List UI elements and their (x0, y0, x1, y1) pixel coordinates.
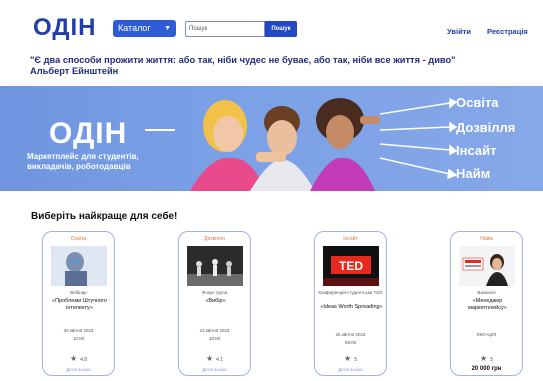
hero-item-hiring[interactable]: Найм (456, 166, 490, 181)
section-title: Виберіть найкраще для себе! (31, 211, 178, 222)
svg-text:TED: TED (339, 259, 363, 273)
hero-item-leisure[interactable]: Дозвілля (456, 120, 515, 135)
card-title: «Ideas Worth Spreading» (320, 304, 383, 310)
card-category: Дозвілля (204, 236, 225, 242)
event-card[interactable]: Інсайт TED Конференція-студентська TED «… (314, 231, 387, 376)
card-time: 18:00 (208, 336, 221, 341)
event-card[interactable]: Освіта Вебінар «Проблеми Штучного інтеле… (42, 231, 115, 376)
card-type: Вакансія (477, 290, 496, 295)
chevron-down-icon: ▼ (164, 25, 171, 32)
hero-title: ОДІН (49, 117, 128, 150)
card-category: Найм (480, 236, 493, 242)
logo[interactable]: ОДІН (33, 14, 96, 42)
search-input[interactable]: Пошук (185, 21, 265, 37)
search-button[interactable]: Пошук (265, 21, 297, 37)
star-icon: ★ (69, 354, 78, 363)
catalog-dropdown[interactable]: Каталог ▼ (113, 20, 176, 37)
card-image-robot (51, 246, 107, 286)
login-link[interactable]: Увійти (447, 27, 471, 36)
rating-value: 5 (490, 357, 493, 363)
details-link[interactable]: Детальніше (179, 367, 250, 372)
card-title: «Менеджер маркетплейсу» (468, 298, 507, 311)
card-title: «Проблеми Штучного інтелекту» (52, 298, 107, 311)
card-rating: ★ 4.1 (179, 354, 250, 363)
star-icon: ★ (480, 354, 488, 363)
card-type: Фокус-група (201, 290, 228, 295)
register-link[interactable]: Реєстрація (487, 27, 528, 36)
card-type: Конференція-студентська TED (318, 290, 383, 295)
header: ОДІН Каталог ▼ Пошук Пошук Увійти Реєстр… (0, 0, 543, 50)
hero-people-image (190, 98, 380, 191)
catalog-label: Каталог (118, 23, 151, 33)
hero-subtitle: Маркетплейс для студентів, викладачів, р… (27, 152, 139, 171)
arrow-icon (145, 129, 175, 131)
card-date: 30 квітня 2022 (63, 328, 94, 333)
rating-value: 4.1 (216, 357, 224, 363)
rating-value: 5 (354, 357, 357, 363)
details-link[interactable]: Детальніше (315, 367, 386, 372)
card-category: Освіта (70, 236, 87, 242)
card-type: Вебінар (70, 290, 87, 295)
hero-item-education[interactable]: Освіта (456, 95, 499, 110)
hero-item-insight[interactable]: Інсайт (456, 143, 496, 158)
card-image-people (187, 246, 243, 286)
card-time: 10:00 (72, 336, 85, 341)
card-category: Інсайт (343, 236, 358, 242)
card-image-recruiter (459, 246, 515, 286)
hero-banner: ОДІН Маркетплейс для студентів, викладач… (0, 86, 543, 191)
card-time: 09:00 (344, 340, 357, 345)
card-date: 23 квітня 2022 (199, 328, 230, 333)
card-title: «Вибір» (205, 298, 226, 304)
star-icon: ★ (205, 354, 214, 363)
star-icon: ★ (344, 354, 352, 363)
job-card[interactable]: Найм Вакансія «Менеджер маркетплейсу» ЕК… (450, 231, 523, 376)
quote-text: "Є два способи прожити життя: або так, н… (30, 55, 456, 65)
card-image-ted-stage: TED (323, 246, 379, 286)
card-rating: ★ 5 (451, 354, 522, 363)
card-company: ЕКО-ЦІЛІ (476, 332, 497, 337)
card-rating: ★ 4.8 (43, 354, 114, 363)
quote: "Є два способи прожити життя: або так, н… (30, 55, 530, 77)
card-rating: ★ 5 (315, 354, 386, 363)
card-salary: 20 000 грн (471, 366, 502, 372)
card-date: 25 квітня 2022 (335, 332, 366, 337)
rating-value: 4.8 (80, 357, 88, 363)
quote-author: Альберт Ейнштейн (30, 66, 119, 76)
hero-arrows (379, 97, 458, 180)
event-card[interactable]: Дозвілля Фокус-група «Вибір» 23 квітня 2… (178, 231, 251, 376)
details-link[interactable]: Детальніше (43, 367, 114, 372)
